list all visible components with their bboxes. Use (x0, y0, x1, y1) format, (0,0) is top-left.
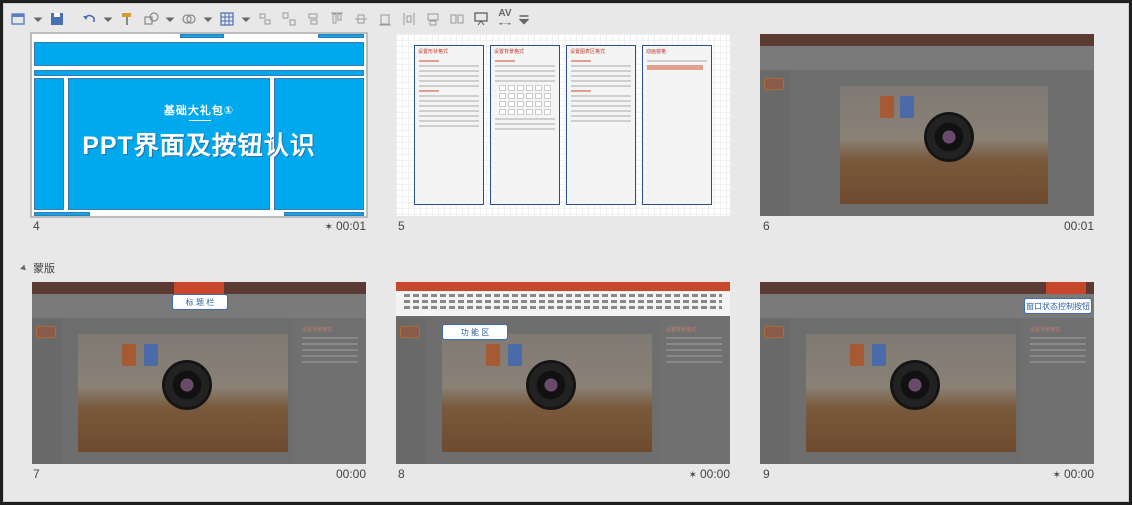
slide-timing-8: ✶ 00:00 (688, 467, 730, 481)
align-bottom-icon[interactable] (374, 9, 396, 29)
format-pane-background: 设置背景格式 (490, 45, 560, 205)
slide-number-6: 6 (763, 219, 770, 233)
chevron-down-icon[interactable] (102, 9, 114, 29)
align-right-icon[interactable] (302, 9, 324, 29)
animation-pane: 动画窗格 (642, 45, 712, 205)
chevron-down-icon[interactable] (240, 9, 252, 29)
callout-ribbon: 功 能 区 (442, 324, 508, 340)
slide-number-8: 8 (398, 467, 405, 481)
slide-title: PPT界面及按钮认识 (82, 132, 316, 160)
customize-toolbar-icon[interactable] (518, 9, 530, 29)
slide-number-5: 5 (398, 219, 405, 233)
align-top-icon[interactable] (326, 9, 348, 29)
chevron-down-icon[interactable] (202, 9, 214, 29)
section-name: 蒙版 (33, 263, 55, 275)
slide-thumbnail-4[interactable]: 基础大礼包① PPT界面及按钮认识 (30, 32, 368, 218)
section-header[interactable]: 蒙版 (20, 260, 55, 276)
slide-subtitle: 基础大礼包① (163, 105, 235, 117)
slide-number-9: 9 (763, 467, 770, 481)
slide-thumbnail-7[interactable]: 设置背景格式 标 题 栏 (32, 282, 366, 464)
distribute-icon[interactable] (398, 9, 420, 29)
collapse-triangle-icon[interactable] (20, 264, 28, 272)
animation-star-icon: ✶ (324, 222, 333, 233)
rotate-icon[interactable] (446, 9, 468, 29)
slide-timing-4: ✶ 00:01 (324, 219, 366, 233)
distribute-vertical-icon[interactable] (422, 9, 444, 29)
new-slide-icon[interactable] (8, 9, 30, 29)
chevron-down-icon[interactable] (164, 9, 176, 29)
slide-timing-7: 00:00 (335, 467, 366, 481)
align-middle-icon[interactable] (350, 9, 372, 29)
undo-icon[interactable] (78, 9, 100, 29)
align-center-icon[interactable] (278, 9, 300, 29)
slide-thumbnail-6[interactable] (760, 34, 1094, 216)
callout-window-controls: 窗口状态控制按钮 (1024, 298, 1092, 314)
slide-thumbnail-8[interactable]: 设置背景格式 功 能 区 (396, 282, 730, 464)
animation-star-icon: ✶ (688, 470, 697, 481)
align-left-icon[interactable] (254, 9, 276, 29)
chevron-down-icon[interactable] (32, 9, 44, 29)
animation-star-icon: ✶ (1052, 470, 1061, 481)
format-pane-shape: 设置形状格式 (414, 45, 484, 205)
quick-access-toolbar: AV ◂──▸ (8, 8, 530, 30)
callout-title-bar: 标 题 栏 (172, 294, 228, 310)
slide-timing-9: ✶ 00:00 (1052, 467, 1094, 481)
shapes-icon[interactable] (140, 9, 162, 29)
slide-number-4: 4 (33, 219, 40, 233)
char-spacing-icon[interactable]: AV ◂──▸ (494, 9, 516, 29)
slide-thumbnail-9[interactable]: 设置背景格式 窗口状态控制按钮 (760, 282, 1094, 464)
slide-number-7: 7 (33, 467, 40, 481)
slide-sorter-view: AV ◂──▸ 基础大礼包① PPT界面及按钮认识 4 ✶ 00:01 设置形状格式… (3, 3, 1129, 502)
format-painter-icon[interactable] (116, 9, 138, 29)
slide-thumbnail-5[interactable]: 设置形状格式 设置背景格式 设置图表区格式 动画窗格 (396, 34, 730, 216)
save-icon[interactable] (46, 9, 68, 29)
slide-timing-6: 00:01 (1063, 219, 1094, 233)
presenter-icon[interactable] (470, 9, 492, 29)
format-pane-chart: 设置图表区格式 (566, 45, 636, 205)
grid-icon[interactable] (216, 9, 238, 29)
group-icon[interactable] (178, 9, 200, 29)
